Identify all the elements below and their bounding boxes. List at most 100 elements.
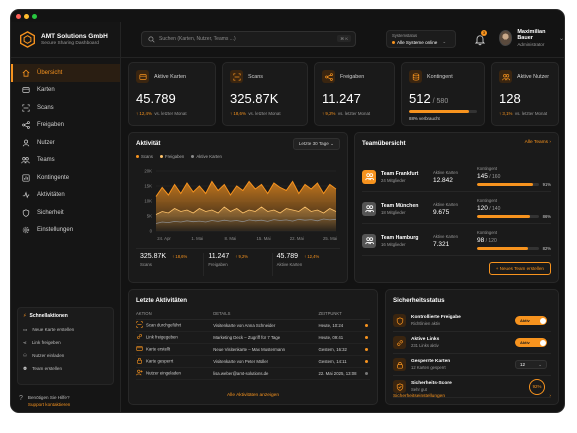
sidebar-item-label: Kontingente <box>37 174 70 181</box>
kpi-card[interactable]: Scans 325.87K ↑ 18,6% vs. letzter Monat <box>222 62 308 126</box>
sidebar-item-einstellungen[interactable]: Einstellungen <box>11 222 120 240</box>
share-icon <box>21 121 30 130</box>
users-icon <box>364 173 374 181</box>
close-window-dot[interactable] <box>16 13 21 19</box>
stat-freigaben: 11.247 ↑ 9,2% Freigaben <box>204 253 273 276</box>
search-input[interactable]: Suchen (Karten, Nutzer, Teams ...) ⌘ K <box>141 31 356 47</box>
table-row[interactable]: Scan durchgeführt Visitenkarte von Anna S… <box>136 319 370 332</box>
sidebar-item-scans[interactable]: Scans <box>11 99 120 117</box>
security-icon <box>393 336 406 349</box>
table-row[interactable]: Karte erstellt Neue Visitenkarte – Max Mu… <box>136 343 370 357</box>
system-status[interactable]: Systemstatus Alle Systeme online ⌄ <box>386 30 456 48</box>
user-menu[interactable]: Maximilian Bauer Administrator ⌄ <box>499 29 564 47</box>
team-row[interactable]: Team München 18 Mitglieder Aktive Karten 9.… <box>362 194 551 224</box>
y-tick-label: 15K <box>144 184 152 189</box>
shield-icon <box>396 316 403 325</box>
team-overview-title: Teamübersicht <box>362 140 406 147</box>
activity-details: lisa.weber@amt-solutions.de <box>213 367 319 381</box>
kpi-card[interactable]: Aktive Nutzer 128 ↑ 3,1% vs. letzter Monat <box>491 62 559 126</box>
activity-time: Gestern, 14:11 <box>318 355 366 369</box>
activity-stats: 325.87K ↑ 18,6% Scans 11.247 ↑ 9,2% Freiga… <box>136 248 340 276</box>
y-tick-label: 20K <box>144 169 152 174</box>
sidebar: AMT Solutions GmbH Secure Sharing Dashbo… <box>11 22 121 412</box>
table-row[interactable]: Nutzer eingeladen lisa.weber@amt-solution… <box>136 367 370 381</box>
team-icon <box>21 156 30 165</box>
avatar <box>499 30 513 46</box>
sidebar-item-freigaben[interactable]: Freigaben <box>11 117 120 135</box>
minimize-window-dot[interactable] <box>24 13 29 19</box>
lock-icon <box>137 358 142 364</box>
sidebar-item-uebersicht[interactable]: Übersicht <box>11 64 120 82</box>
system-status-label: Systemstatus <box>392 33 418 38</box>
security-status-card: Sicherheitsstatus Kontrollierte Freigabe… <box>385 289 559 405</box>
app-window: AMT Solutions GmbH Secure Sharing Dashbo… <box>10 9 565 413</box>
quick-actions-title: ⚡ Schnellaktionen <box>23 313 68 319</box>
security-toggle[interactable]: Aktiv <box>515 338 547 347</box>
sidebar-item-nutzer[interactable]: Nutzer <box>11 134 120 152</box>
quick-action-share-link[interactable]: ⋖ Link freigeben <box>23 336 108 349</box>
hexagon-logo-icon <box>20 31 35 48</box>
sidebar-item-sicherheit[interactable]: Sicherheit <box>11 204 120 222</box>
support-link[interactable]: Support kontaktieren <box>28 402 70 407</box>
sidebar-item-aktivitaeten[interactable]: Aktivitäten <box>11 187 120 205</box>
team-quota-value: 145 / 160 <box>477 173 501 180</box>
quick-action-new-card[interactable]: ▭ Neue Karte erstellen <box>23 323 108 336</box>
security-item-subtitle: Richtlinien aktiv <box>411 321 441 326</box>
scan-icon <box>232 72 241 81</box>
gear-icon <box>21 226 30 235</box>
kpi-label: Scans <box>248 73 263 80</box>
kpi-label: Freigaben <box>340 73 365 80</box>
quick-action-create-team[interactable]: ⚉ Team erstellen <box>23 362 108 375</box>
kpi-label: Aktive Nutzer <box>517 73 550 80</box>
stat-scans: 325.87K ↑ 18,6% Scans <box>136 253 205 276</box>
x-tick-label: 22. Mai <box>290 236 304 241</box>
kpi-card[interactable]: Freigaben 11.247 ↑ 9,2% vs. letzter Monat <box>314 62 395 126</box>
sidebar-item-label: Nutzer <box>37 139 55 146</box>
security-item-subtitle: Sehr gut <box>411 387 427 392</box>
kpi-icon <box>230 70 243 83</box>
maximize-window-dot[interactable] <box>32 13 37 19</box>
create-team-button[interactable]: + Neues Team erstellen <box>488 262 551 275</box>
notifications-button[interactable]: 3 <box>474 30 487 46</box>
table-row[interactable]: Link freigegeben Marketing Deck – Zugriff… <box>136 331 370 344</box>
kpi-card[interactable]: Aktive Karten 45.789 ↑ 12,4% vs. letzter M… <box>128 62 216 126</box>
card-icon <box>138 73 147 80</box>
team-cards-value: 9.675 <box>433 208 450 216</box>
quick-action-invite-user[interactable]: ⚇ Nutzer einladen <box>23 349 108 362</box>
user-name: Maximilian Bauer <box>517 29 546 41</box>
kpi-card[interactable]: Kontingent 512 / 580 88% verbraucht <box>401 62 485 126</box>
chevron-down-icon: ⌄ <box>330 141 334 146</box>
team-name: Team München <box>381 202 419 209</box>
trend-up-icon: ↑ 3,1% <box>499 111 513 116</box>
activity-action: Link freigegeben <box>136 331 214 344</box>
kpi-icon <box>409 70 422 83</box>
legend-item-freigaben: Freigaben <box>159 154 184 159</box>
security-settings-link[interactable]: Sicherheitseinstellungen › <box>393 394 551 399</box>
kpi-trend: ↑ 18,6% vs. letzter Monat <box>230 111 281 116</box>
link-icon <box>137 333 142 339</box>
range-dropdown[interactable]: Letzte 30 Tage ⌄ <box>292 138 340 150</box>
sidebar-nav: Übersicht Karten Scans Freigaben Nutzer … <box>11 58 120 239</box>
status-dot <box>365 347 369 351</box>
scan-icon <box>21 103 30 112</box>
sidebar-item-teams[interactable]: Teams <box>11 152 120 170</box>
chevron-down-icon: ⌄ <box>558 35 564 42</box>
team-row[interactable]: Team Hamburg 16 Mitglieder Aktive Karten 7.… <box>362 226 551 256</box>
status-dot-icon <box>392 40 395 44</box>
quick-actions-panel: ⚡ Schnellaktionen ▭ Neue Karte erstellen … <box>17 307 114 385</box>
notification-badge: 3 <box>481 30 487 36</box>
sidebar-item-karten[interactable]: Karten <box>11 82 120 100</box>
team-row[interactable]: Team Frankfurt 24 Mitglieder Aktive Karten… <box>362 162 551 192</box>
sidebar-item-kontingente[interactable]: Kontingente <box>11 169 120 187</box>
activity-details: Marketing Deck – Zugriff für 7 Tage <box>213 331 319 344</box>
all-teams-link[interactable]: Alle Teams › <box>525 140 551 145</box>
kpi-label: Kontingent <box>427 73 453 80</box>
table-row[interactable]: Karte gesperrt Visitenkarte von Peter Mül… <box>136 355 370 369</box>
team-quota-percent: 91% <box>542 182 551 187</box>
scan-icon <box>136 320 143 328</box>
security-toggle[interactable]: Aktiv <box>515 316 547 325</box>
locked-cards-stepper[interactable]: 12 ⌄ <box>515 360 547 369</box>
show-all-activities-link[interactable]: Alle Aktivitäten anzeigen <box>129 393 377 398</box>
brand-title: AMT Solutions GmbH <box>41 33 108 40</box>
activity-table: AKTION DETAILS ZEITPUNKT Scan durchgefüh… <box>136 308 370 381</box>
